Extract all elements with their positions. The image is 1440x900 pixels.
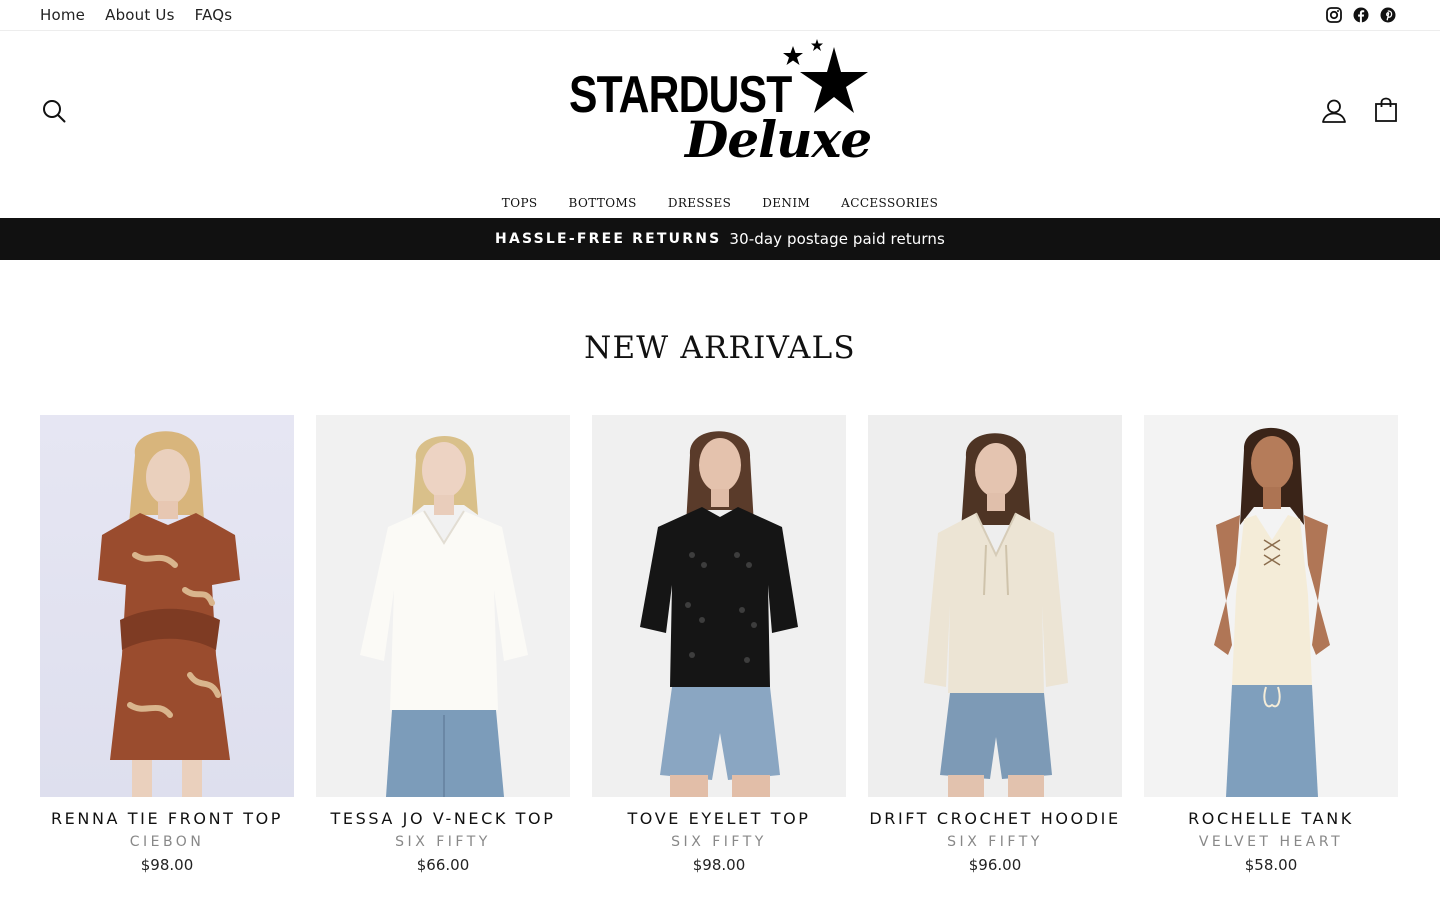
- nav-link-faqs[interactable]: FAQs: [195, 6, 233, 24]
- social-links: [1325, 6, 1396, 23]
- product-price: $98.00: [692, 856, 746, 874]
- product-price: $98.00: [140, 856, 194, 874]
- product-name[interactable]: RENNA TIE FRONT TOP: [40, 809, 294, 828]
- utility-bar: Home About Us FAQs: [0, 0, 1440, 31]
- account-icon[interactable]: [1321, 98, 1347, 124]
- product-card[interactable]: DRIFT CROCHET HOODIE SIX FIFTY $96.00: [868, 415, 1122, 874]
- product-price: $66.00: [416, 856, 470, 874]
- category-link-bottoms[interactable]: BOTTOMS: [569, 196, 637, 210]
- nav-link-home[interactable]: Home: [40, 6, 85, 24]
- product-price: $96.00: [968, 856, 1022, 874]
- product-price: $58.00: [1244, 856, 1298, 874]
- product-brand: SIX FIFTY: [671, 834, 767, 850]
- category-link-accessories[interactable]: ACCESSORIES: [841, 196, 938, 210]
- announcement-heading: HASSLE-FREE RETURNS: [495, 231, 722, 247]
- product-card[interactable]: ROCHELLE TANK VELVET HEART $58.00: [1144, 415, 1398, 874]
- product-image[interactable]: [316, 415, 570, 797]
- search-icon[interactable]: [42, 99, 66, 123]
- facebook-icon[interactable]: [1352, 6, 1369, 23]
- product-card[interactable]: TOVE EYELET TOP SIX FIFTY $98.00: [592, 415, 846, 874]
- product-brand: SIX FIFTY: [947, 834, 1043, 850]
- product-card[interactable]: RENNA TIE FRONT TOP CIEBON $98.00: [40, 415, 294, 874]
- logo-text-deluxe: Deluxe: [685, 110, 872, 169]
- pinterest-icon[interactable]: [1379, 6, 1396, 23]
- product-brand: SIX FIFTY: [395, 834, 491, 850]
- product-name[interactable]: TESSA JO V-NECK TOP: [316, 809, 570, 828]
- product-card[interactable]: TESSA JO V-NECK TOP SIX FIFTY $66.00: [316, 415, 570, 874]
- site-header: STARDUST Deluxe TOPS BOTTOMS DRESSES DEN…: [0, 31, 1440, 218]
- category-link-denim[interactable]: DENIM: [762, 196, 810, 210]
- category-nav: TOPS BOTTOMS DRESSES DENIM ACCESSORIES: [0, 196, 1440, 210]
- section-title: NEW ARRIVALS: [584, 330, 856, 366]
- utility-links: Home About Us FAQs: [40, 6, 232, 24]
- product-image[interactable]: [1144, 415, 1398, 797]
- announcement-bar[interactable]: HASSLE-FREE RETURNS 30-day postage paid …: [0, 218, 1440, 260]
- category-link-dresses[interactable]: DRESSES: [668, 196, 731, 210]
- product-name[interactable]: DRIFT CROCHET HOODIE: [868, 809, 1122, 828]
- product-brand: VELVET HEART: [1198, 834, 1344, 850]
- nav-link-about-us[interactable]: About Us: [105, 6, 175, 24]
- product-brand: CIEBON: [129, 834, 205, 850]
- product-image[interactable]: [592, 415, 846, 797]
- announcement-text: 30-day postage paid returns: [729, 230, 945, 248]
- category-link-tops[interactable]: TOPS: [502, 196, 538, 210]
- instagram-icon[interactable]: [1325, 6, 1342, 23]
- product-name[interactable]: TOVE EYELET TOP: [592, 809, 846, 828]
- product-grid: RENNA TIE FRONT TOP CIEBON $98.00 TESSA …: [40, 415, 1400, 874]
- product-name[interactable]: ROCHELLE TANK: [1144, 809, 1398, 828]
- product-image[interactable]: [868, 415, 1122, 797]
- cart-icon[interactable]: [1373, 97, 1399, 123]
- site-logo[interactable]: STARDUST Deluxe: [565, 39, 875, 187]
- product-image[interactable]: [40, 415, 294, 797]
